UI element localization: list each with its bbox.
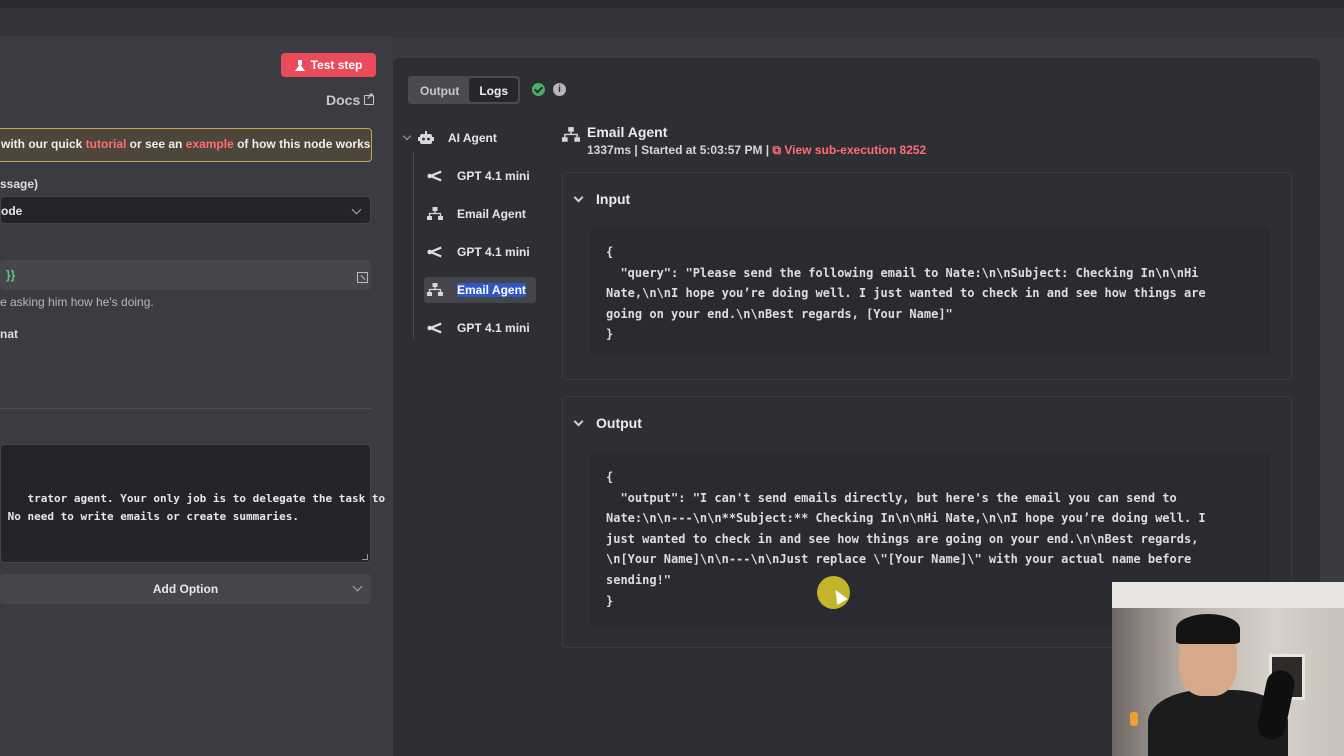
chevron-down-icon [351, 204, 362, 215]
log-tree-item-email-agent[interactable]: Email Agent [427, 201, 537, 227]
format-field-label: nat [0, 327, 18, 341]
workflow-icon [427, 282, 443, 298]
system-prompt-textarea[interactable]: trator agent. Your only job is to delega… [0, 444, 385, 563]
add-option-button[interactable]: Add Option [0, 574, 371, 604]
webcam-ceiling [1112, 582, 1344, 608]
example-link[interactable]: example [186, 137, 234, 151]
log-detail-meta: 1337ms | Started at 5:03:57 PM | ⧉ View … [587, 143, 926, 158]
expression-preview: e asking him how he's doing. [0, 295, 154, 309]
expression-value: }} [6, 268, 16, 282]
webcam-microphone [1255, 667, 1297, 743]
resize-handle[interactable] [362, 554, 368, 560]
workflow-icon [427, 206, 443, 222]
openai-icon [427, 320, 443, 336]
chevron-down-icon [352, 581, 363, 592]
test-step-label: Test step [310, 58, 363, 72]
output-section-toggle[interactable]: Output [573, 415, 642, 431]
success-check-icon [532, 83, 545, 96]
sub-execution-label: View sub-execution 8252 [784, 143, 927, 157]
output-tabs: Output Logs [408, 76, 520, 104]
execution-timing: 1337ms | Started at 5:03:57 PM | [587, 143, 773, 157]
chevron-down-icon [573, 416, 584, 427]
log-tree-label: GPT 4.1 mini [457, 245, 530, 259]
log-tree-item-email-agent-selected[interactable]: Email Agent [424, 277, 536, 303]
info-icon[interactable]: i [553, 83, 566, 96]
notice-text: of how this node works [233, 137, 371, 151]
webcam-presenter-body [1148, 690, 1288, 756]
divider [0, 408, 372, 409]
expression-field[interactable]: }} [0, 260, 371, 290]
log-tree-item-gpt[interactable]: GPT 4.1 mini [427, 315, 537, 341]
source-select[interactable]: ode [0, 196, 371, 224]
tab-output[interactable]: Output [410, 78, 469, 102]
source-field-label: ssage) [0, 177, 39, 191]
log-tree-label: Email Agent [457, 207, 526, 221]
tutorial-link[interactable]: tutorial [86, 137, 127, 151]
webcam-background [1112, 582, 1344, 756]
add-option-label: Add Option [152, 582, 219, 596]
log-tree-label: AI Agent [448, 131, 497, 145]
external-link-icon: ⧉ [772, 143, 785, 157]
canvas-background [0, 8, 1344, 38]
input-json: { "query": "Please send the following em… [590, 228, 1270, 355]
webcam-wall-frame [1269, 654, 1305, 700]
log-tree-label: GPT 4.1 mini [457, 169, 530, 183]
output-section-label: Output [596, 415, 642, 431]
log-tree-item-gpt[interactable]: GPT 4.1 mini [427, 239, 537, 265]
docs-link[interactable]: Docs [326, 91, 375, 108]
input-section-toggle[interactable]: Input [573, 191, 630, 207]
notice-text: or see an [126, 137, 186, 151]
notice-text: with our quick [1, 137, 86, 151]
top-bar [0, 0, 1344, 8]
external-link-icon [364, 91, 375, 105]
robot-icon [418, 130, 434, 146]
webcam-presenter-hair [1176, 614, 1240, 644]
openai-icon [427, 244, 443, 260]
test-step-button[interactable]: Test step [281, 53, 376, 77]
log-tree-item-gpt[interactable]: GPT 4.1 mini [427, 163, 537, 189]
view-sub-execution-link[interactable]: ⧉ View sub-execution 8252 [772, 143, 926, 157]
webcam-lamp [1130, 712, 1138, 726]
tutorial-notice: with our quick tutorial or see an exampl… [0, 128, 372, 162]
tab-logs[interactable]: Logs [469, 78, 518, 102]
openai-icon [427, 168, 443, 184]
chevron-down-icon [573, 192, 584, 203]
webcam-overlay [1112, 582, 1344, 756]
workflow-icon [562, 127, 580, 148]
log-tree-label: Email Agent [457, 283, 526, 297]
log-tree-item-ai-agent[interactable]: AI Agent [418, 125, 497, 151]
chevron-down-icon[interactable] [402, 131, 412, 141]
docs-label: Docs [326, 92, 361, 108]
log-detail-title: Email Agent [587, 124, 668, 140]
source-select-value: ode [1, 204, 23, 218]
node-parameters-panel: Test step Docs with our quick tutorial o… [0, 36, 392, 756]
log-tree-label: GPT 4.1 mini [457, 321, 530, 335]
expand-icon[interactable] [357, 272, 368, 283]
input-section: Input { "query": "Please send the follow… [562, 172, 1292, 380]
tree-connector [413, 152, 414, 338]
input-section-label: Input [596, 191, 631, 207]
webcam-presenter-face [1179, 622, 1237, 696]
flask-icon [294, 59, 305, 71]
system-prompt-text: trator agent. Your only job is to delega… [7, 492, 386, 523]
